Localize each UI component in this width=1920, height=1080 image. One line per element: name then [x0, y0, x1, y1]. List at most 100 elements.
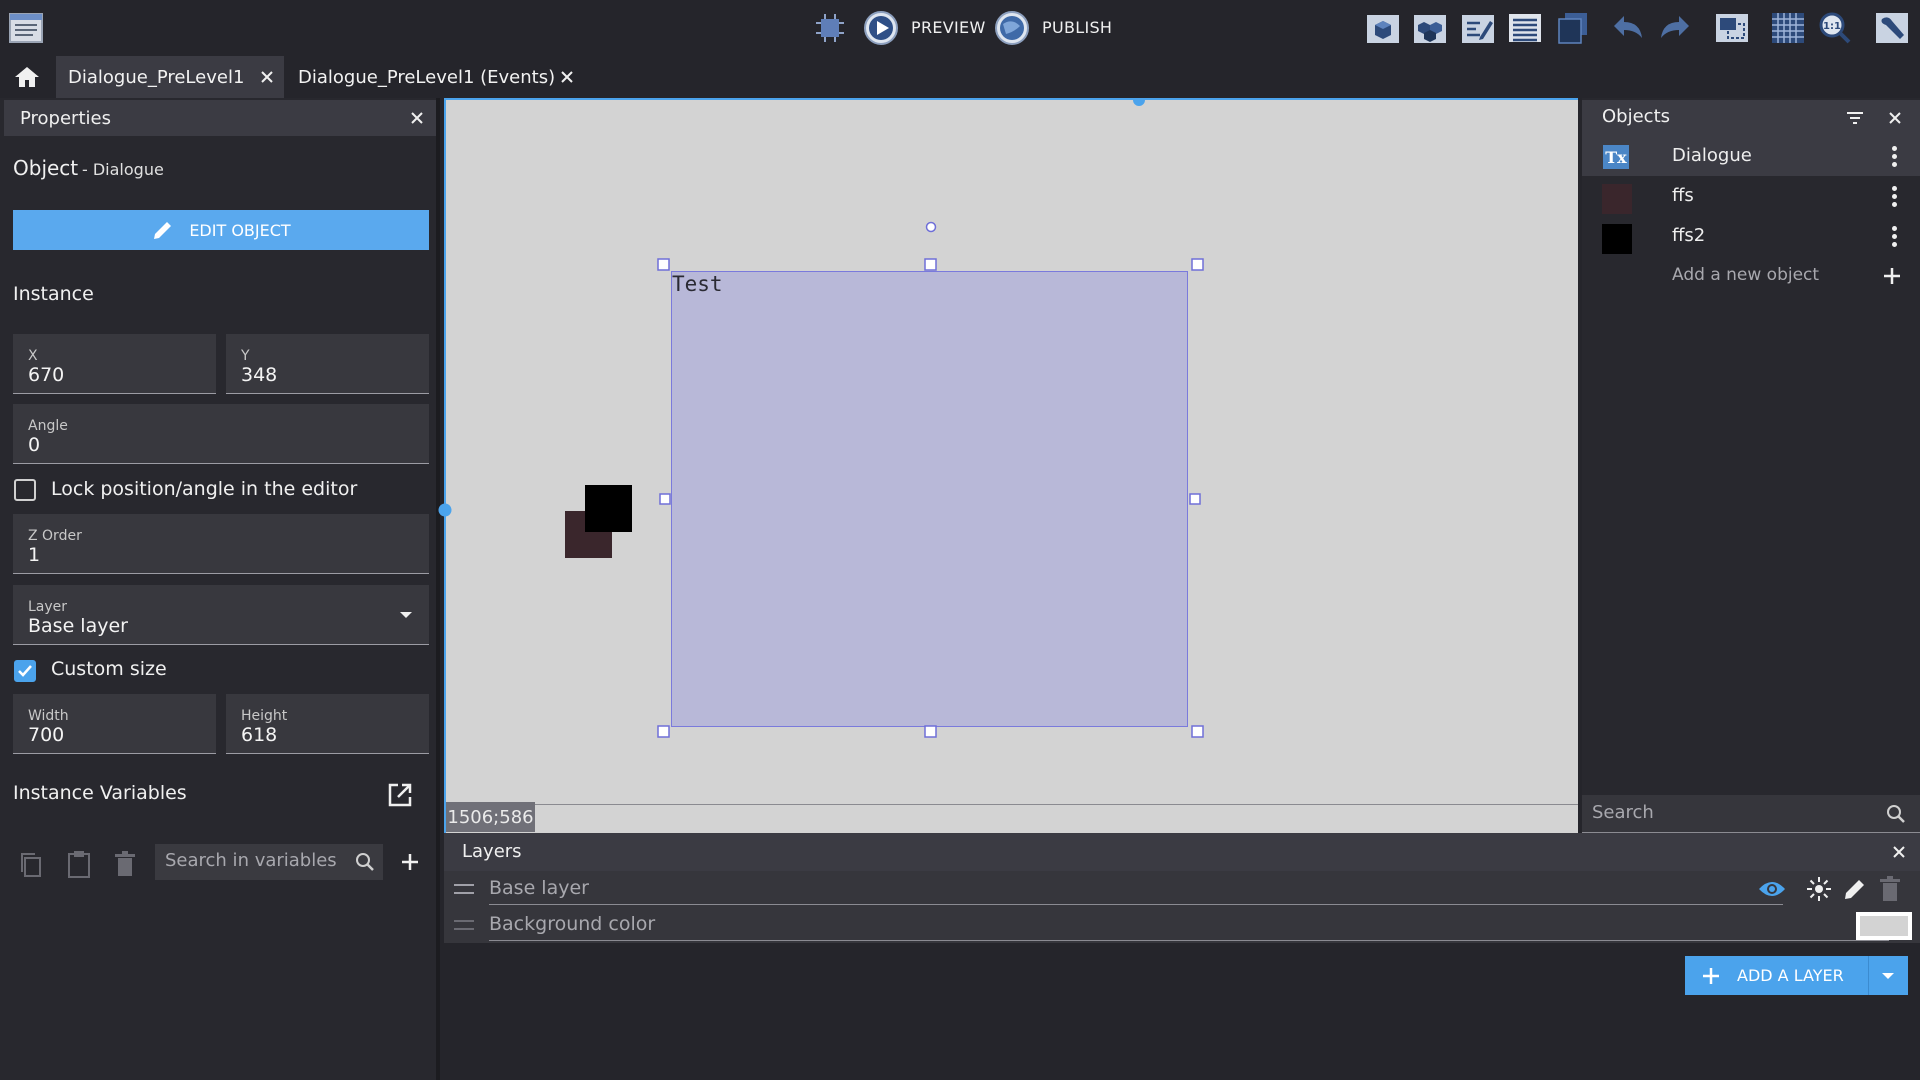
- drag-handle-icon: [454, 920, 474, 930]
- delete-icon[interactable]: [114, 851, 136, 877]
- objects-panel: Objects Tx Dialogue ffs ffs2 Add a new o…: [1582, 98, 1920, 833]
- home-icon[interactable]: [14, 66, 40, 88]
- layer-name: Background color: [489, 913, 656, 935]
- add-icon[interactable]: [1882, 266, 1902, 286]
- objects-panel-icon[interactable]: [1363, 8, 1403, 48]
- copy-icon[interactable]: [18, 851, 44, 879]
- properties-header: Properties: [4, 100, 436, 136]
- add-icon: [1703, 968, 1719, 984]
- width-field[interactable]: Width 700: [13, 694, 216, 754]
- close-icon[interactable]: [258, 68, 276, 86]
- layer-row-base-layer[interactable]: Base layer: [444, 871, 1920, 907]
- object-item-dialogue[interactable]: Tx Dialogue: [1582, 136, 1920, 176]
- open-external-icon[interactable]: [387, 782, 413, 808]
- object-item-ffs2[interactable]: ffs2: [1582, 216, 1920, 256]
- add-object-label: Add a new object: [1672, 265, 1820, 285]
- close-icon[interactable]: [1886, 109, 1904, 127]
- panel-title: Layers: [462, 841, 522, 862]
- edit-object-button[interactable]: EDIT OBJECT: [13, 210, 429, 250]
- preview-button[interactable]: PREVIEW: [911, 18, 986, 37]
- publish-button[interactable]: PUBLISH: [1042, 18, 1112, 37]
- scene-canvas[interactable]: Test 1506;586: [444, 98, 1578, 833]
- z-order-field[interactable]: Z Order 1: [13, 514, 429, 574]
- angle-field[interactable]: Angle 0: [13, 404, 429, 464]
- lighting-effects-icon[interactable]: [1806, 876, 1832, 902]
- layers-panel: Layers Base layer Background color ADD A…: [444, 833, 1920, 1080]
- window-mask-icon[interactable]: [1712, 8, 1752, 48]
- x-field[interactable]: X 670: [13, 334, 216, 394]
- tab-dialogue-prelevel1-events[interactable]: Dialogue_PreLevel1 (Events): [286, 56, 586, 98]
- properties-panel-icon[interactable]: [1458, 8, 1498, 48]
- object-item-ffs[interactable]: ffs: [1582, 176, 1920, 216]
- layer-row-background-color[interactable]: Background color: [444, 907, 1920, 943]
- instances-list-icon[interactable]: [1553, 8, 1593, 48]
- redo-icon[interactable]: [1655, 8, 1695, 48]
- object-name: - Dialogue: [82, 160, 164, 179]
- search-icon[interactable]: [355, 852, 375, 872]
- dropdown-arrow-icon: [400, 612, 412, 618]
- layers-header: Layers: [444, 833, 1920, 871]
- sprite-thumbnail-icon: [1602, 184, 1632, 214]
- edit-layer-pencil-icon[interactable]: [1842, 876, 1868, 902]
- lock-position-checkbox[interactable]: [14, 479, 36, 501]
- layer-select[interactable]: Layer Base layer: [13, 585, 429, 645]
- more-options-icon[interactable]: [1892, 226, 1898, 248]
- editor-tabs: Dialogue_PreLevel1 Dialogue_PreLevel1 (E…: [0, 56, 1920, 98]
- scene-border-top: [444, 98, 1578, 100]
- add-variable-icon[interactable]: [400, 852, 420, 872]
- sprite-thumbnail-icon: [1602, 224, 1632, 254]
- instance-heading: Instance: [13, 283, 94, 305]
- close-icon[interactable]: [1890, 843, 1908, 861]
- window-bound-line: [444, 804, 1578, 805]
- add-layer-button[interactable]: ADD A LAYER: [1685, 956, 1908, 995]
- panel-title: Objects: [1602, 106, 1671, 127]
- y-field[interactable]: Y 348: [226, 334, 429, 394]
- main-toolbar: PREVIEW PUBLISH 1:1: [0, 0, 1920, 56]
- preview-play-icon[interactable]: [861, 8, 901, 48]
- objects-header: Objects: [1582, 100, 1920, 136]
- panel-title: Properties: [20, 107, 111, 129]
- selection-handles[interactable]: [444, 98, 1578, 833]
- layers-panel-icon[interactable]: [1505, 8, 1545, 48]
- variables-search-input[interactable]: Search in variables: [155, 844, 383, 880]
- add-layer-label: ADD A LAYER: [1737, 966, 1844, 985]
- edit-object-label: EDIT OBJECT: [189, 220, 291, 240]
- more-options-icon[interactable]: [1892, 146, 1898, 168]
- grid-icon[interactable]: [1768, 8, 1808, 48]
- background-color-swatch[interactable]: [1856, 912, 1912, 940]
- visibility-eye-icon[interactable]: [1758, 879, 1786, 899]
- close-icon[interactable]: [558, 68, 576, 86]
- tab-label: Dialogue_PreLevel1: [68, 66, 245, 88]
- undo-icon[interactable]: [1608, 8, 1648, 48]
- cursor-coordinates: 1506;586: [446, 802, 535, 832]
- groups-panel-icon[interactable]: [1410, 8, 1450, 48]
- close-icon[interactable]: [408, 109, 426, 127]
- add-new-object-row[interactable]: Add a new object: [1582, 256, 1920, 296]
- zoom-icon[interactable]: 1:1: [1815, 8, 1855, 48]
- svg-text:1:1: 1:1: [1823, 21, 1841, 32]
- height-field[interactable]: Height 618: [226, 694, 429, 754]
- scene-border-left: [444, 98, 446, 833]
- instance-variables-heading: Instance Variables: [13, 782, 187, 804]
- custom-size-label: Custom size: [51, 658, 167, 680]
- filter-icon[interactable]: [1846, 111, 1864, 125]
- search-placeholder: Search in variables: [165, 850, 337, 871]
- object-name: ffs2: [1672, 225, 1706, 246]
- objects-search-input[interactable]: Search: [1582, 795, 1920, 833]
- paste-icon[interactable]: [66, 849, 92, 879]
- layer-name[interactable]: Base layer: [489, 877, 589, 899]
- svg-text:Tx: Tx: [1605, 148, 1627, 167]
- more-options-icon[interactable]: [1892, 186, 1898, 208]
- project-manager-icon[interactable]: [6, 8, 46, 48]
- object-label: Object: [13, 156, 79, 180]
- dropdown-arrow-icon[interactable]: [1881, 972, 1895, 980]
- custom-size-checkbox[interactable]: [14, 660, 36, 682]
- debugger-icon[interactable]: [810, 8, 850, 48]
- search-icon[interactable]: [1886, 804, 1906, 824]
- publish-globe-icon[interactable]: [992, 8, 1032, 48]
- scroll-handle-left[interactable]: [438, 503, 452, 517]
- tab-dialogue-prelevel1[interactable]: Dialogue_PreLevel1: [56, 56, 284, 98]
- delete-layer-icon[interactable]: [1880, 876, 1900, 902]
- settings-wrench-icon[interactable]: [1872, 8, 1912, 48]
- drag-handle-icon[interactable]: [454, 884, 474, 894]
